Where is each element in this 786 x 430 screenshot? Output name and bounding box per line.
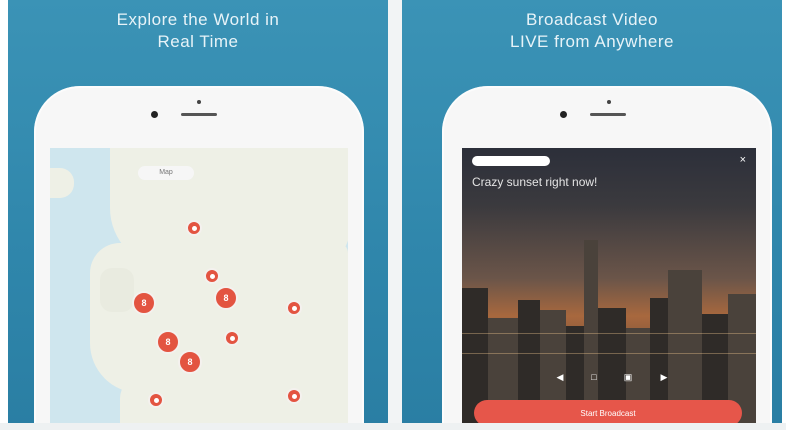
broadcast-headline-line2: LIVE from Anywhere — [510, 32, 674, 51]
pin-dot — [229, 335, 235, 341]
broadcast-pin[interactable] — [204, 268, 220, 284]
city-lights — [462, 353, 756, 354]
pin-dot — [291, 305, 297, 311]
explore-headline: Explore the World in Real Time — [8, 9, 388, 53]
explore-panel: Explore the World in Real Time Map 8 8 8… — [8, 0, 388, 430]
pin-dot — [209, 273, 215, 279]
pin-dot — [191, 225, 197, 231]
broadcast-pin[interactable] — [286, 300, 302, 316]
app-store-screenshots: Explore the World in Real Time Map 8 8 8… — [0, 0, 786, 430]
broadcast-title-input[interactable]: Crazy sunset right now! — [472, 175, 597, 189]
close-icon[interactable]: × — [740, 154, 746, 166]
earpiece-speaker — [181, 113, 217, 116]
map-search-field[interactable]: Map — [138, 166, 194, 180]
front-camera-icon — [560, 111, 567, 118]
broadcast-pin[interactable] — [186, 220, 202, 236]
map-land-west — [50, 168, 74, 198]
map-screen[interactable]: Map 8 8 8 8 — [50, 148, 348, 430]
broadcast-cluster-pin[interactable]: 8 — [214, 286, 238, 310]
location-icon[interactable]: ◀ — [554, 372, 566, 382]
broadcast-panel: Broadcast Video LIVE from Anywhere × Cra… — [402, 0, 782, 430]
broadcast-headline: Broadcast Video LIVE from Anywhere — [402, 9, 782, 53]
broadcast-headline-line1: Broadcast Video — [526, 10, 658, 29]
broadcast-pin[interactable] — [224, 330, 240, 346]
front-camera-icon — [151, 111, 158, 118]
map-land-central — [90, 243, 348, 393]
panel-divider — [388, 0, 402, 430]
chat-icon[interactable]: □ — [588, 372, 600, 382]
broadcast-pin[interactable] — [148, 392, 164, 408]
phone-frame: Map 8 8 8 8 — [34, 86, 364, 430]
phone-top-bezel — [442, 98, 772, 138]
map-land-isles — [100, 268, 134, 312]
pin-dot — [153, 397, 159, 403]
broadcast-pin[interactable] — [286, 388, 302, 404]
phone-top-bezel — [34, 98, 364, 138]
lock-icon[interactable]: ▣ — [622, 372, 634, 382]
proximity-sensor — [197, 100, 201, 104]
broadcast-screen: × Crazy sunset right now! ◀ □ ▣ ▶ Start … — [462, 148, 756, 430]
proximity-sensor — [607, 100, 611, 104]
phone-frame: × Crazy sunset right now! ◀ □ ▣ ▶ Start … — [442, 86, 772, 430]
city-lights — [462, 333, 756, 334]
bottom-strip — [0, 423, 786, 430]
broadcast-cluster-pin[interactable]: 8 — [156, 330, 180, 354]
pin-dot — [291, 393, 297, 399]
share-icon[interactable]: ▶ — [658, 372, 670, 382]
broadcast-cluster-pin[interactable]: 8 — [178, 350, 202, 374]
explore-headline-line1: Explore the World in — [116, 10, 280, 29]
explore-headline-line2: Real Time — [157, 32, 239, 51]
live-badge — [472, 156, 550, 166]
broadcast-cluster-pin[interactable]: 8 — [132, 291, 156, 315]
earpiece-speaker — [590, 113, 626, 116]
